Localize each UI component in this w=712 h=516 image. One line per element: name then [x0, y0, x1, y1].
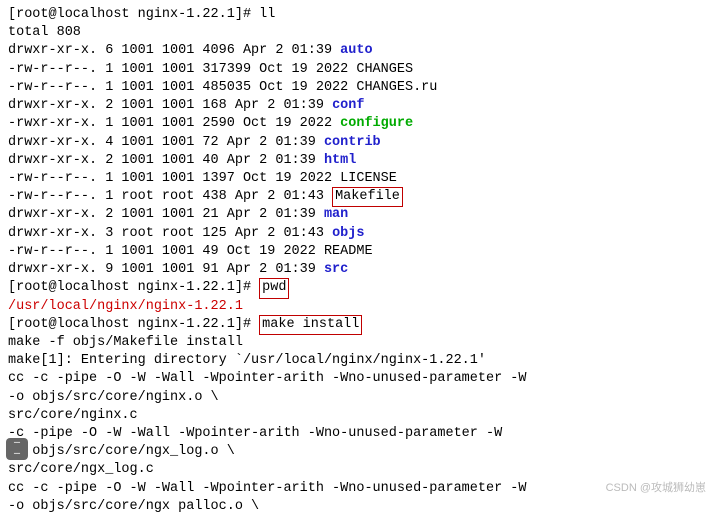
make-install-command-highlight: make install: [259, 315, 362, 335]
file-name: src: [324, 262, 348, 277]
make-output-line: cc -c -pipe -O -W -Wall -Wpointer-arith …: [8, 370, 704, 388]
file-name: CHANGES: [356, 62, 413, 77]
file-row: drwxr-xr-x. 3 root root 125 Apr 2 01:43 …: [8, 225, 704, 243]
watermark-text: CSDN @攻城狮幼崽: [606, 481, 706, 496]
file-row: -rw-r--r--. 1 root root 438 Apr 2 01:43 …: [8, 188, 704, 206]
pwd-command-highlight: pwd: [259, 278, 289, 298]
make-output-line: -o objs/src/core/ngx_log.o \: [8, 443, 704, 461]
make-output-line: src/core/nginx.c: [8, 407, 704, 425]
file-name: man: [324, 207, 348, 222]
file-row: -rw-r--r--. 1 1001 1001 49 Oct 19 2022 R…: [8, 243, 704, 261]
make-output-line: cc -c -pipe -O -W -Wall -Wpointer-arith …: [8, 480, 704, 498]
file-name: conf: [332, 98, 364, 113]
file-name: contrib: [324, 135, 381, 150]
make-output-line: src/core/ngx_log.c: [8, 461, 704, 479]
file-row: drwxr-xr-x. 2 1001 1001 168 Apr 2 01:39 …: [8, 97, 704, 115]
make-output-line: -c -pipe -O -W -Wall -Wpointer-arith -Wn…: [8, 425, 704, 443]
file-row: drwxr-xr-x. 4 1001 1001 72 Apr 2 01:39 c…: [8, 134, 704, 152]
prompt-line[interactable]: [root@localhost nginx-1.22.1]# ll: [8, 6, 704, 24]
make-output-line: -o objs/src/core/nginx.o \: [8, 389, 704, 407]
make-output-line: make[1]: Entering directory `/usr/local/…: [8, 352, 704, 370]
file-row: -rw-r--r--. 1 1001 1001 1397 Oct 19 2022…: [8, 170, 704, 188]
prompt-line[interactable]: [root@localhost nginx-1.22.1]# make inst…: [8, 316, 704, 334]
file-name: auto: [340, 43, 372, 58]
pwd-output: /usr/local/nginx/nginx-1.22.1: [8, 298, 704, 316]
file-row: drwxr-xr-x. 6 1001 1001 4096 Apr 2 01:39…: [8, 42, 704, 60]
file-row: drwxr-xr-x. 9 1001 1001 91 Apr 2 01:39 s…: [8, 261, 704, 279]
file-name: CHANGES.ru: [356, 80, 437, 95]
terminal-output: [root@localhost nginx-1.22.1]# lltotal 8…: [8, 6, 704, 516]
file-row: drwxr-xr-x. 2 1001 1001 21 Apr 2 01:39 m…: [8, 206, 704, 224]
prompt-line[interactable]: [root@localhost nginx-1.22.1]# pwd: [8, 279, 704, 297]
file-name: LICENSE: [340, 171, 397, 186]
file-row: drwxr-xr-x. 2 1001 1001 40 Apr 2 01:39 h…: [8, 152, 704, 170]
file-name-highlight: Makefile: [332, 187, 403, 207]
file-row: -rw-r--r--. 1 1001 1001 317399 Oct 19 20…: [8, 61, 704, 79]
file-name: html: [324, 153, 356, 168]
file-name: README: [324, 244, 373, 259]
file-name: configure: [340, 116, 413, 131]
total-line: total 808: [8, 24, 704, 42]
make-output-line: make -f objs/Makefile install: [8, 334, 704, 352]
make-output-line: -o objs/src/core/ngx palloc.o \: [8, 498, 704, 516]
file-row: -rwxr-xr-x. 1 1001 1001 2590 Oct 19 2022…: [8, 115, 704, 133]
toolbar-icon: ——: [6, 438, 28, 460]
file-row: -rw-r--r--. 1 1001 1001 485035 Oct 19 20…: [8, 79, 704, 97]
file-name: objs: [332, 226, 364, 241]
